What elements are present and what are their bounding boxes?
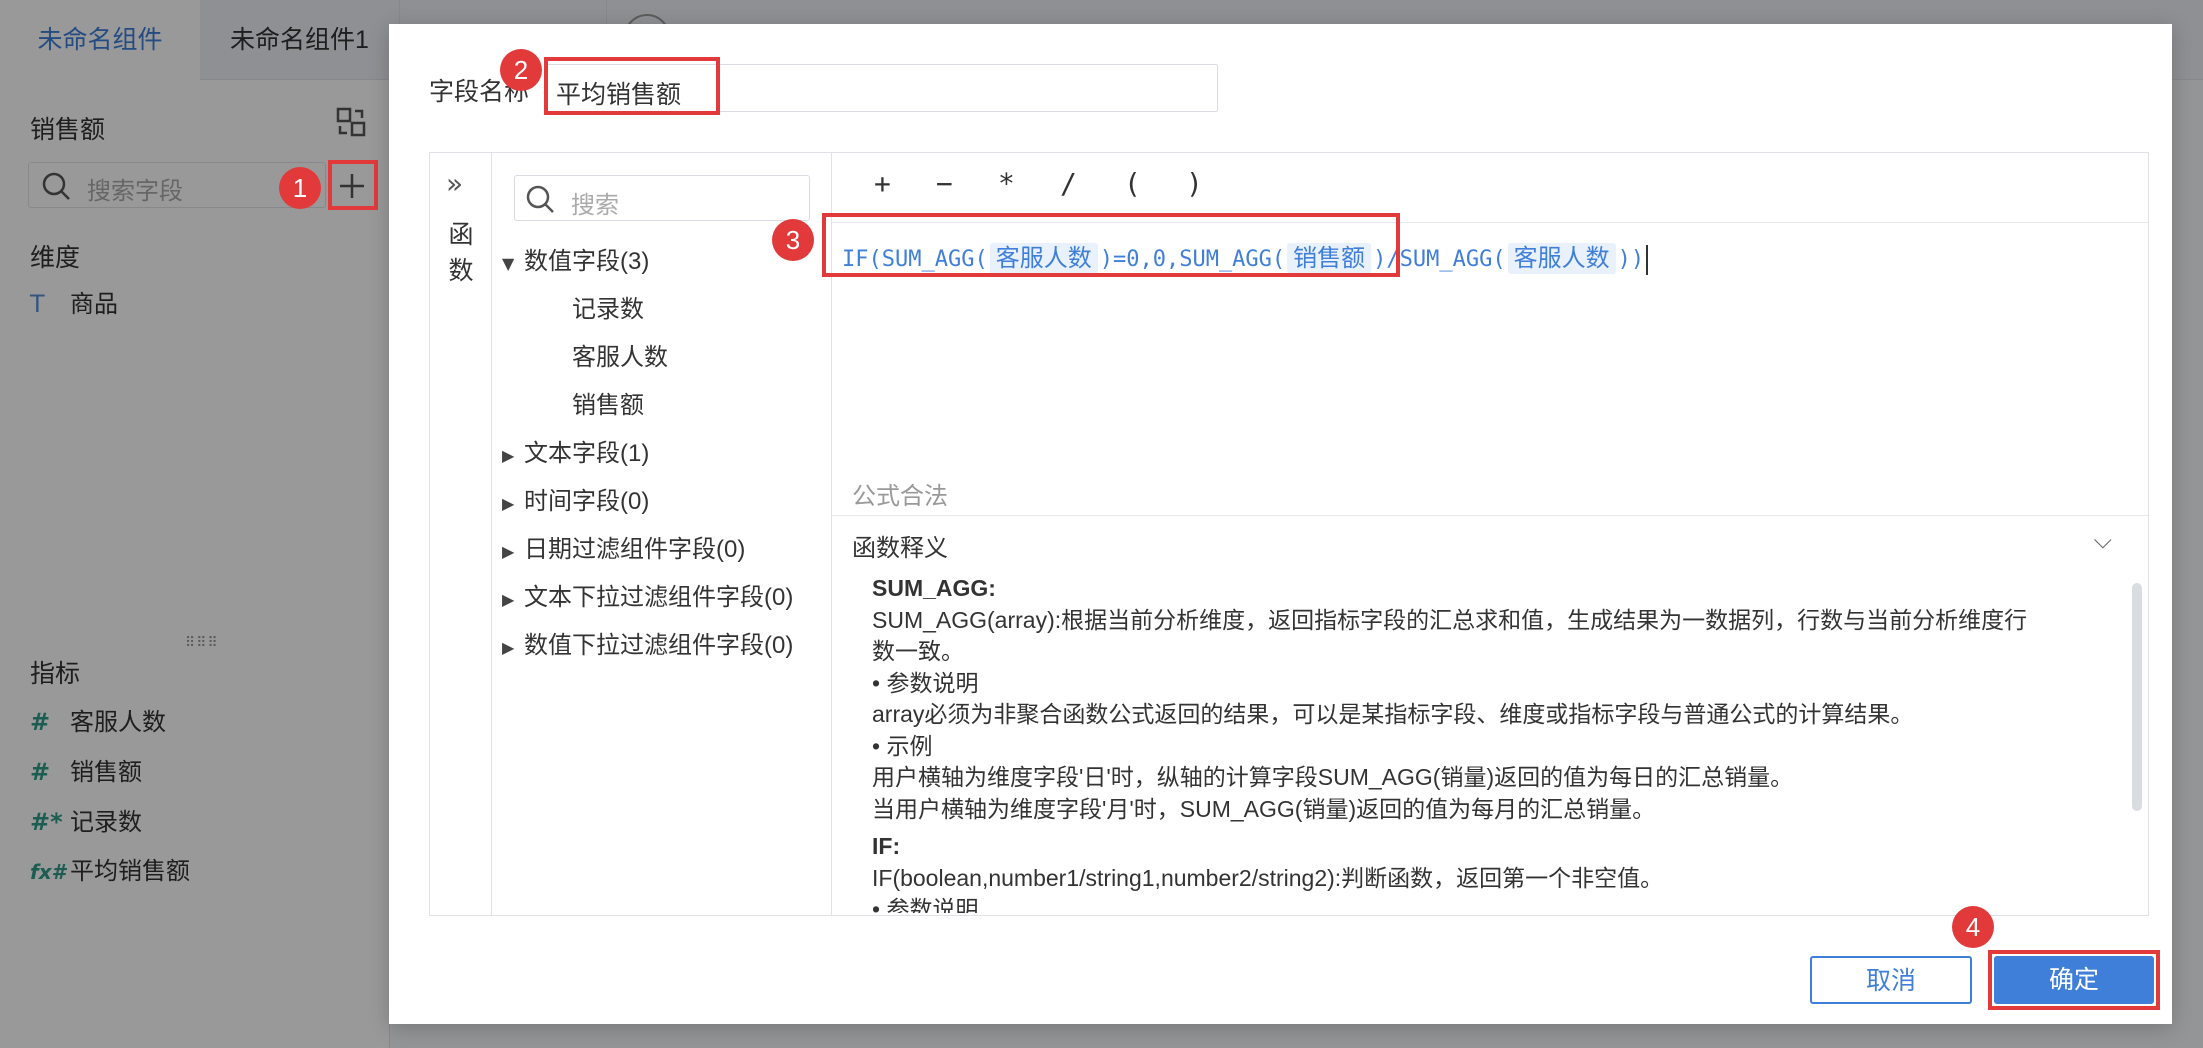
close-paren-button[interactable]: ): [1186, 167, 1203, 200]
formula-field-token[interactable]: 客服人数: [1507, 243, 1616, 274]
function-label: 函数: [448, 221, 474, 285]
explain-line: array必须为非聚合函数公式返回的结果，可以是某指标字段、维度或指标字段与普通…: [872, 701, 1914, 727]
plus-operator-button[interactable]: +: [874, 167, 891, 200]
chevron-down-icon: ⌵: [2093, 526, 2112, 554]
minus-operator-button[interactable]: −: [936, 167, 953, 200]
step-badge-1: 1: [279, 167, 321, 209]
explain-line: • 参数说明: [872, 669, 979, 696]
explanation-title: 函数释义: [852, 535, 948, 562]
caret-right-icon: ▶: [502, 590, 515, 609]
search-icon: [526, 185, 554, 213]
tree-group-label: 时间字段(0): [524, 488, 650, 515]
explain-line: • 参数说明: [872, 896, 979, 913]
scrollbar-thumb[interactable]: [2132, 583, 2142, 811]
explain-line: 当用户横轴为维度字段'月'时，SUM_AGG(销量)返回的值为每月的汇总销量。: [872, 795, 1656, 822]
highlight-confirm: [1988, 950, 2160, 1010]
step-badge-3: 3: [772, 219, 814, 261]
field-tree-panel: 搜索 ▼ 数值字段(3) 记录数 客服人数 销售额 ▶ 文本字段(1) ▶ 时间字段(…: [492, 153, 832, 915]
explain-line: 用户横轴为维度字段'日'时，纵轴的计算字段SUM_AGG(销量)返回的值为每日的…: [872, 764, 1794, 790]
explain-heading: IF:: [872, 833, 901, 859]
tree-group-date-filter[interactable]: ▶ 日期过滤组件字段(0): [502, 533, 745, 567]
explain-line: • 示例: [872, 732, 933, 759]
explain-line: 数一致。: [872, 638, 964, 664]
caret-right-icon: ▶: [502, 638, 515, 657]
tree-item-customer-service-count[interactable]: 客服人数: [572, 341, 668, 375]
tree-group-label: 文本字段(1): [524, 440, 650, 467]
highlight-field-name: [544, 57, 720, 115]
text-caret: [1646, 245, 1649, 275]
open-paren-button[interactable]: (: [1124, 167, 1141, 200]
search-placeholder: 搜索: [571, 192, 619, 219]
highlight-add-button: [328, 160, 378, 210]
function-explanation-header[interactable]: 函数释义 ⌵: [832, 515, 2148, 569]
step-badge-2: 2: [500, 49, 542, 91]
explain-line: SUM_AGG(array):根据当前分析维度，返回指标字段的汇总求和值，生成结…: [872, 606, 2028, 633]
formula-validity-status: 公式合法: [852, 483, 948, 510]
explain-line: IF(boolean,number1/string1,number2/strin…: [872, 864, 1664, 891]
tree-group-label: 数值字段(3): [524, 248, 650, 275]
tree-group-number-dropdown-filter[interactable]: ▶ 数值下拉过滤组件字段(0): [502, 629, 793, 663]
explain-heading: SUM_AGG:: [872, 575, 996, 601]
tree-group-text[interactable]: ▶ 文本字段(1): [502, 437, 649, 471]
explanation-scrollbar[interactable]: [2132, 583, 2142, 913]
tree-group-label: 文本下拉过滤组件字段(0): [524, 584, 794, 611]
caret-down-icon: ▼: [502, 254, 515, 273]
double-chevron-right-icon: »: [446, 167, 464, 200]
function-explanation-body: SUM_AGG: SUM_AGG(array):根据当前分析维度，返回指标字段的…: [872, 573, 2092, 913]
tree-group-time[interactable]: ▶ 时间字段(0): [502, 485, 649, 519]
formula-fn-sum-agg: SUM_AGG(: [1399, 247, 1506, 272]
caret-right-icon: ▶: [502, 494, 515, 513]
caret-right-icon: ▶: [502, 542, 515, 561]
field-tree-search-input[interactable]: 搜索: [514, 175, 810, 221]
tree-group-label: 数值下拉过滤组件字段(0): [524, 632, 794, 659]
multiply-operator-button[interactable]: *: [998, 167, 1015, 200]
calculated-field-dialog: 字段名称 平均销售额 2 » 函数 搜索 ▼ 数值字段(3) 记录数 客服人数 销: [389, 24, 2172, 1024]
tree-item-sales[interactable]: 销售额: [572, 389, 644, 423]
step-badge-4: 4: [1952, 906, 1994, 948]
caret-right-icon: ▶: [502, 446, 515, 465]
tree-group-numeric[interactable]: ▼ 数值字段(3): [502, 245, 649, 279]
highlight-formula: [822, 213, 1400, 277]
function-panel-toggle[interactable]: » 函数: [430, 153, 492, 915]
formula-text: )): [1617, 247, 1645, 272]
cancel-button[interactable]: 取消: [1810, 956, 1972, 1004]
divide-operator-button[interactable]: /: [1060, 167, 1077, 200]
tree-item-record-count[interactable]: 记录数: [572, 293, 644, 327]
tree-group-text-dropdown-filter[interactable]: ▶ 文本下拉过滤组件字段(0): [502, 581, 793, 615]
tree-group-label: 日期过滤组件字段(0): [524, 536, 746, 563]
